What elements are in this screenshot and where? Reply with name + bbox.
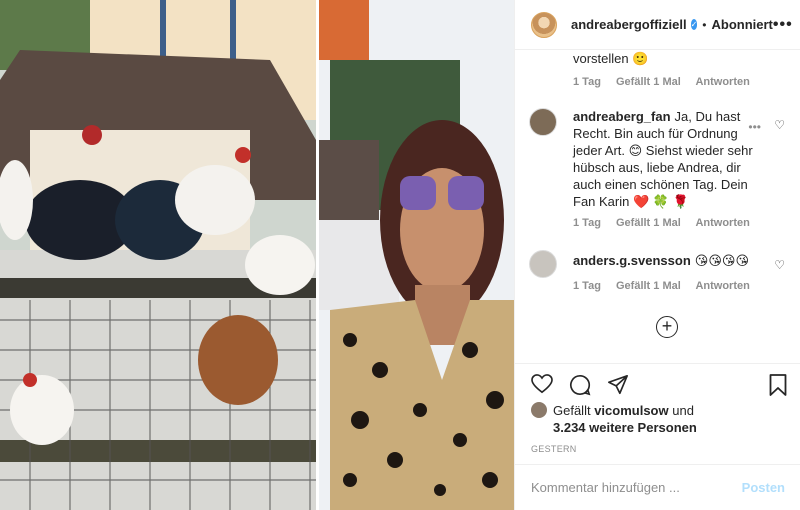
liker-username[interactable]: vicomulsow <box>594 403 668 418</box>
post-sidebar: andreabergoffiziell ✓ • Abonniert ••• vo… <box>514 0 800 510</box>
chicken-photo <box>0 0 316 510</box>
comment-body: anders.g.svensson 😘😘😘😘 <box>573 250 769 269</box>
post-actions-bar <box>515 363 800 403</box>
likes-prefix: Gefällt <box>553 403 591 418</box>
reply-button[interactable]: Antworten <box>695 217 749 229</box>
commenter-username[interactable]: anders.g.svensson <box>573 253 691 268</box>
likes-others-link[interactable]: 3.234 weitere Personen <box>553 419 697 436</box>
likes-conjunction: und <box>672 403 694 418</box>
selfie-photo <box>319 0 514 510</box>
bookmark-icon[interactable] <box>769 374 787 396</box>
author-avatar[interactable] <box>531 11 557 38</box>
reply-button[interactable]: Antworten <box>695 280 749 292</box>
comments-list[interactable]: vorstellen 🙂 1 Tag Gefällt 1 Mal Antwort… <box>515 50 800 363</box>
truncated-comment-text: vorstellen 🙂 <box>573 51 649 66</box>
comment-input[interactable] <box>531 480 731 495</box>
post-image[interactable] <box>0 0 514 510</box>
comment-likes[interactable]: Gefällt 1 Mal <box>616 280 681 292</box>
comment-item: anders.g.svensson 😘😘😘😘 ♡ <box>529 250 791 278</box>
author-username[interactable]: andreabergoffiziell <box>571 17 687 32</box>
verified-badge-icon: ✓ <box>690 19 698 30</box>
add-comment-form: Posten <box>515 464 800 510</box>
comment-options-icon[interactable]: ••• <box>748 120 761 134</box>
post-header: andreabergoffiziell ✓ • Abonniert ••• <box>515 0 800 50</box>
follow-status-button[interactable]: Abonniert <box>711 17 772 32</box>
commenter-avatar[interactable] <box>529 250 557 278</box>
heart-icon[interactable] <box>531 374 553 394</box>
comment-text: Ja, Du hast Recht. Bin auch für Ordnung … <box>573 109 753 209</box>
comment-meta: 1 Tag Gefällt 1 Mal Antworten <box>573 217 762 229</box>
comment-body: andreaberg_fan Ja, Du hast Recht. Bin auc… <box>573 108 769 210</box>
comment-meta: 1 Tag Gefällt 1 Mal Antworten <box>573 76 762 88</box>
post-date[interactable]: GESTERN <box>531 444 577 454</box>
commenter-avatar[interactable] <box>529 108 557 136</box>
commenter-username[interactable]: andreaberg_fan <box>573 109 671 124</box>
comment-text: 😘😘😘😘 <box>694 253 749 268</box>
more-options-icon[interactable]: ••• <box>773 16 793 34</box>
comment-likes[interactable]: Gefällt 1 Mal <box>616 217 681 229</box>
post-photo-collage <box>0 0 514 510</box>
comment-time[interactable]: 1 Tag <box>573 280 601 292</box>
share-icon[interactable] <box>607 374 629 396</box>
comment-like-icon[interactable]: ♡ <box>774 258 785 272</box>
separator-dot: • <box>702 17 707 32</box>
post-comment-button[interactable]: Posten <box>742 480 785 495</box>
likes-summary: Gefällt vicomulsow und 3.234 weitere Per… <box>531 402 697 436</box>
liker-avatar[interactable] <box>531 402 547 418</box>
comment-icon[interactable] <box>569 374 591 396</box>
comment-time[interactable]: 1 Tag <box>573 217 601 229</box>
comment-likes[interactable]: Gefällt 1 Mal <box>616 76 681 88</box>
comment-item: andreaberg_fan Ja, Du hast Recht. Bin auc… <box>529 108 791 210</box>
plus-circle-icon[interactable]: + <box>656 316 678 338</box>
comment-time[interactable]: 1 Tag <box>573 76 601 88</box>
reply-button[interactable]: Antworten <box>695 76 749 88</box>
comment-like-icon[interactable]: ♡ <box>774 118 785 132</box>
comment-meta: 1 Tag Gefällt 1 Mal Antworten <box>573 280 762 292</box>
